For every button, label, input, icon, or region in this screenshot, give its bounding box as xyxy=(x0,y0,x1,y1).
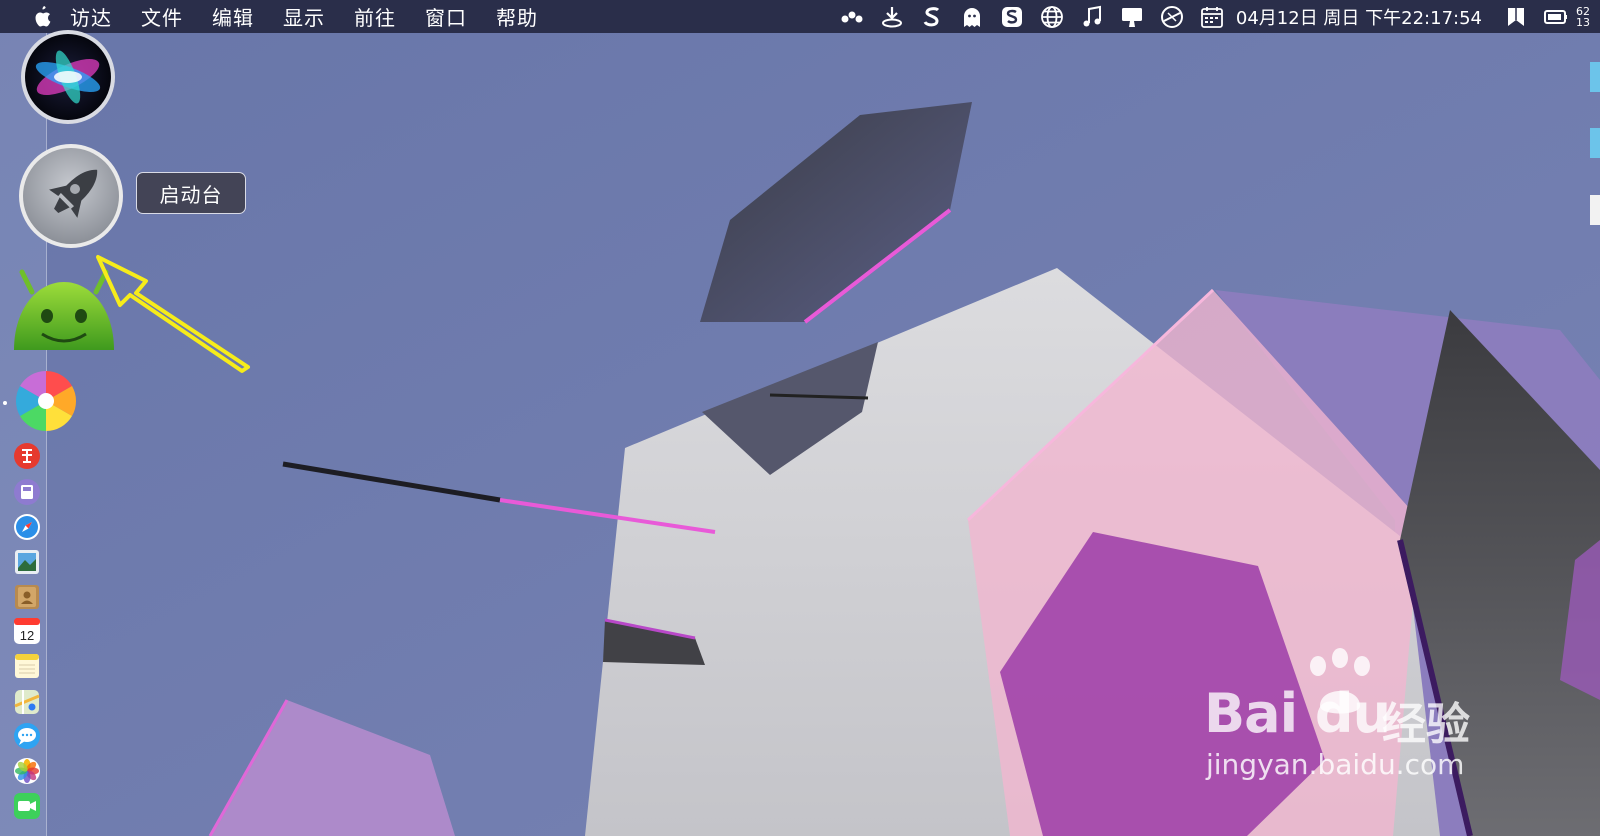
maps-icon xyxy=(14,690,40,714)
red-app-icon xyxy=(14,443,40,469)
photos-icon xyxy=(14,758,40,784)
dock-item-pinwheel[interactable] xyxy=(13,368,79,434)
launchpad-tooltip: 启动台 xyxy=(136,172,246,214)
dock-item-launchpad[interactable] xyxy=(18,143,124,249)
dock-item-preview[interactable] xyxy=(13,548,41,576)
preview-icon xyxy=(15,550,39,574)
baidu-watermark: Bai du 经验 jingyan.baidu.com xyxy=(1200,648,1490,788)
bookmark-icon[interactable] xyxy=(1503,4,1529,30)
dots-icon[interactable] xyxy=(839,4,865,30)
compass-icon[interactable] xyxy=(1159,4,1185,30)
menu-finder[interactable]: 访达 xyxy=(70,2,112,31)
messages-icon xyxy=(14,723,40,749)
menu-window[interactable]: 窗口 xyxy=(425,2,467,31)
dock-item-screenshot[interactable] xyxy=(13,478,41,506)
calendar-day: 12 xyxy=(20,628,34,643)
dock-item-red-app[interactable] xyxy=(13,442,41,470)
menu-file[interactable]: 文件 xyxy=(141,2,183,31)
battery-icon[interactable] xyxy=(1543,4,1569,30)
contacts-icon xyxy=(15,585,39,609)
notes-icon xyxy=(15,654,39,678)
facetime-icon xyxy=(14,793,40,819)
dock-item-contacts[interactable] xyxy=(13,583,41,611)
menu-help[interactable]: 帮助 xyxy=(496,2,538,31)
dock-item-safari[interactable] xyxy=(13,513,41,541)
dock-item-photos[interactable] xyxy=(13,757,41,785)
menu-edit[interactable]: 编辑 xyxy=(212,2,254,31)
rocket-icon xyxy=(19,144,123,248)
pinwheel-icon xyxy=(15,371,77,431)
dock-item-facetime[interactable] xyxy=(13,792,41,820)
apple-icon[interactable] xyxy=(32,5,52,27)
dock-item-messages[interactable] xyxy=(13,722,41,750)
calendar-app-icon: 12 xyxy=(14,618,40,644)
menu-bar: 访达 文件 编辑 显示 前往 窗口 帮助 04月12日 周日 下午22:17:5… xyxy=(0,0,1600,33)
sogou-icon[interactable] xyxy=(999,4,1025,30)
s-app-icon[interactable] xyxy=(919,4,945,30)
music-note-icon[interactable] xyxy=(1079,4,1105,30)
dock-item-notes[interactable] xyxy=(13,652,41,680)
annotation-arrow-icon xyxy=(96,255,250,373)
calendar-icon[interactable] xyxy=(1199,4,1225,30)
watermark-url: jingyan.baidu.com xyxy=(1206,748,1465,781)
display-icon[interactable] xyxy=(1119,4,1145,30)
watermark-brand: Bai du xyxy=(1204,682,1391,745)
menu-view[interactable]: 显示 xyxy=(283,2,325,31)
safari-icon xyxy=(14,514,40,540)
globe-icon[interactable] xyxy=(1039,4,1065,30)
running-indicator xyxy=(3,401,7,405)
watermark-title: 经验 xyxy=(1382,699,1470,750)
menu-go[interactable]: 前往 xyxy=(354,2,396,31)
status-area: 04月12日 周日 下午22:17:54 62 13 xyxy=(832,0,1600,33)
download-icon[interactable] xyxy=(879,4,905,30)
ghost-icon[interactable] xyxy=(959,4,985,30)
dock-item-calendar[interactable]: 12 xyxy=(13,617,41,645)
battery-percentage: 62 13 xyxy=(1576,5,1590,28)
dock-item-siri[interactable] xyxy=(18,28,118,126)
siri-icon xyxy=(21,30,115,124)
screenshot-icon xyxy=(14,479,40,505)
dock-item-maps[interactable] xyxy=(13,688,41,716)
menubar-clock[interactable]: 04月12日 周日 下午22:17:54 xyxy=(1236,4,1482,30)
